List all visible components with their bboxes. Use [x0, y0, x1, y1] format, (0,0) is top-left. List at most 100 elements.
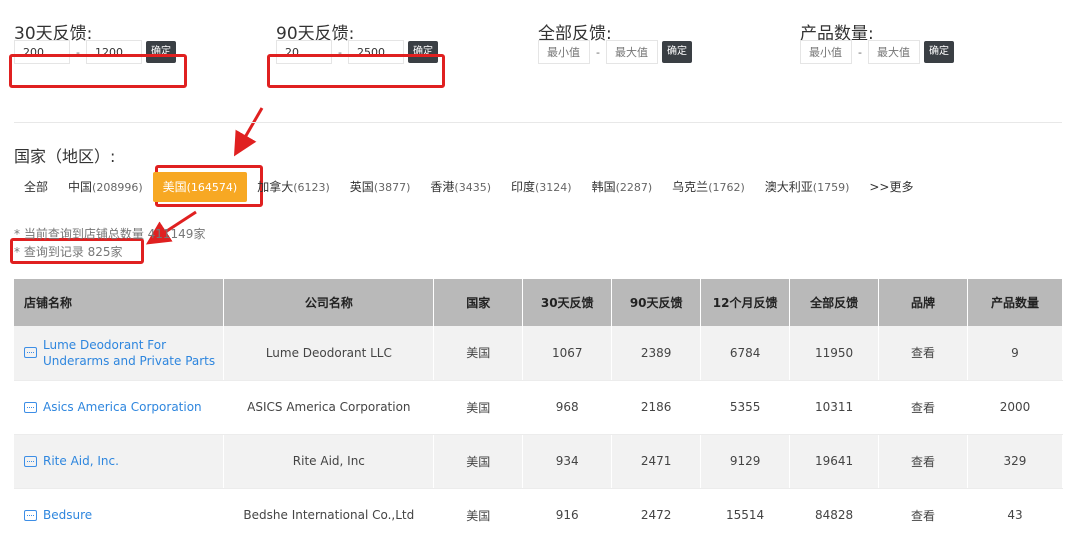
tab-label: 加拿大: [257, 180, 294, 194]
range-90day: - 确定: [276, 40, 438, 64]
feedback-12month-cell: 5355: [700, 380, 791, 435]
product-count-cell: 43: [967, 488, 1064, 542]
country-cell: 美国: [433, 434, 524, 489]
brand-view-link[interactable]: 查看: [878, 434, 968, 489]
country-tab-ukraine[interactable]: 乌克兰(1762): [662, 172, 755, 202]
tab-count: (164574): [186, 181, 238, 194]
country-tab-china[interactable]: 中国(208996): [58, 172, 153, 202]
country-tab-canada[interactable]: 加拿大(6123): [247, 172, 340, 202]
feedback-all-cell: 11950: [789, 326, 880, 381]
country-tabs: 全部 中国(208996) 美国(164574) 加拿大(6123) 英国(38…: [14, 170, 923, 204]
feedback-all-cell: 10311: [789, 380, 880, 435]
brand-view-link[interactable]: 查看: [878, 326, 968, 381]
country-tab-hongkong[interactable]: 香港(3435): [420, 172, 501, 202]
brand-view-link[interactable]: 查看: [878, 380, 968, 435]
confirm-button[interactable]: 确定: [408, 41, 438, 63]
stores-table: 店铺名称 公司名称 国家 30天反馈 90天反馈 12个月反馈 全部反馈 品牌 …: [14, 279, 1064, 542]
max-input[interactable]: [86, 40, 142, 64]
max-input[interactable]: [606, 40, 658, 64]
min-input[interactable]: [538, 40, 590, 64]
brand-view-link[interactable]: 查看: [878, 488, 968, 542]
table-row: Rite Aid, Inc. Rite Aid, Inc 美国 934 2471…: [14, 434, 1064, 489]
store-link[interactable]: Rite Aid, Inc.: [43, 453, 119, 469]
tab-label: 印度: [510, 180, 535, 194]
store-cell: Lume Deodorant For Underarms and Private…: [14, 326, 225, 381]
country-cell: 美国: [433, 326, 524, 381]
feedback-30day-cell: 968: [522, 380, 613, 435]
tab-label: 乌克兰: [672, 180, 709, 194]
range-30day: - 确定: [14, 40, 176, 64]
company-cell: Bedshe International Co.,Ltd: [223, 488, 435, 542]
country-tab-india[interactable]: 印度(3124): [501, 172, 582, 202]
country-cell: 美国: [433, 488, 524, 542]
tab-label: 英国: [349, 180, 374, 194]
max-input[interactable]: [348, 40, 404, 64]
col-store[interactable]: 店铺名称: [14, 279, 225, 326]
col-company[interactable]: 公司名称: [223, 279, 435, 326]
tab-label: 中国: [68, 180, 93, 194]
product-count-cell: 2000: [967, 380, 1064, 435]
company-cell: Lume Deodorant LLC: [223, 326, 435, 381]
range-all: - 确定: [538, 40, 692, 64]
tab-label: 香港: [430, 180, 455, 194]
col-country[interactable]: 国家: [433, 279, 524, 326]
confirm-button[interactable]: 确定: [924, 41, 954, 63]
country-tab-more[interactable]: >>更多: [859, 172, 923, 202]
store-link[interactable]: Asics America Corporation: [43, 399, 202, 415]
filter-row: 30天反馈: - 确定 90天反馈: - 确定 全部反馈: - 确定 产品数量:…: [0, 0, 1080, 100]
store-cell: Bedsure: [14, 488, 225, 542]
store-link[interactable]: Bedsure: [43, 507, 92, 523]
feedback-12month-cell: 9129: [700, 434, 791, 489]
store-link[interactable]: Lume Deodorant For Underarms and Private…: [43, 337, 223, 369]
col-30day[interactable]: 30天反馈: [522, 279, 613, 326]
company-cell: ASICS America Corporation: [223, 380, 435, 435]
country-tab-all[interactable]: 全部: [14, 172, 58, 202]
range-dash: -: [76, 45, 80, 59]
tab-count: (6123): [293, 181, 330, 194]
tab-label: 澳大利亚: [764, 180, 813, 194]
feedback-90day-cell: 2471: [611, 434, 702, 489]
table-row: Bedsure Bedshe International Co.,Ltd 美国 …: [14, 488, 1064, 542]
feedback-90day-cell: 2186: [611, 380, 702, 435]
feedback-90day-cell: 2472: [611, 488, 702, 542]
tab-label: 韩国: [591, 180, 616, 194]
confirm-button[interactable]: 确定: [146, 41, 176, 63]
country-title: 国家（地区）:: [14, 147, 116, 166]
store-icon: [24, 509, 37, 521]
range-dash: -: [596, 45, 600, 59]
feedback-90day-cell: 2389: [611, 326, 702, 381]
country-tab-uk[interactable]: 英国(3877): [340, 172, 421, 202]
tab-count: (3877): [373, 181, 411, 194]
arrow-to-usa: [233, 107, 264, 157]
tab-label: >>更多: [869, 180, 914, 194]
col-products[interactable]: 产品数量: [967, 279, 1064, 326]
tab-label: 美国: [162, 180, 187, 194]
tab-count: (208996): [92, 181, 143, 194]
tab-count: (2287): [615, 181, 653, 194]
store-cell: Rite Aid, Inc.: [14, 434, 225, 489]
confirm-button[interactable]: 确定: [662, 41, 692, 63]
min-input[interactable]: [276, 40, 332, 64]
table-row: Lume Deodorant For Underarms and Private…: [14, 326, 1064, 381]
col-90day[interactable]: 90天反馈: [611, 279, 702, 326]
range-dash: -: [858, 45, 862, 59]
min-input[interactable]: [800, 40, 852, 64]
country-cell: 美国: [433, 380, 524, 435]
country-tab-australia[interactable]: 澳大利亚(1759): [755, 172, 860, 202]
max-input[interactable]: [868, 40, 920, 64]
store-icon: [24, 347, 37, 359]
total-stores-text: * 当前查询到店铺总数量 411149家: [14, 227, 206, 241]
records-count-text: * 查询到记录 825家: [14, 245, 123, 259]
feedback-30day-cell: 916: [522, 488, 613, 542]
min-input[interactable]: [14, 40, 70, 64]
range-dash: -: [338, 45, 342, 59]
table-row: Asics America Corporation ASICS America …: [14, 380, 1064, 435]
col-brand[interactable]: 品牌: [878, 279, 968, 326]
country-tab-korea[interactable]: 韩国(2287): [582, 172, 663, 202]
feedback-all-cell: 84828: [789, 488, 880, 542]
tab-count: (3124): [535, 181, 572, 194]
col-12month[interactable]: 12个月反馈: [700, 279, 791, 326]
country-tab-usa[interactable]: 美国(164574): [152, 172, 248, 202]
col-all[interactable]: 全部反馈: [789, 279, 880, 326]
feedback-30day-cell: 934: [522, 434, 613, 489]
